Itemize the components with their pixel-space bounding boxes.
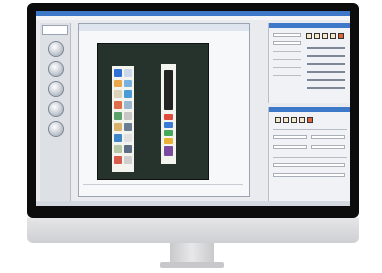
tool-icon[interactable] [322,33,328,39]
tool-button[interactable] [48,41,64,57]
swatch[interactable] [164,114,173,120]
settings-panel [268,107,350,203]
thumbnail[interactable] [114,134,122,142]
tool-rail-header [42,25,68,35]
thumbnail[interactable] [114,145,122,153]
input-field[interactable] [273,135,307,139]
monitor-stand [170,243,214,263]
row-divider [273,67,301,68]
thumbnail[interactable] [114,80,122,87]
document-title [79,24,249,31]
divider [83,184,243,185]
input-field[interactable] [311,145,345,149]
tool-button[interactable] [48,101,64,117]
row-divider [273,51,301,52]
tool-icon[interactable] [306,33,312,39]
swatch[interactable] [164,130,173,136]
row-divider [273,129,347,130]
tool-icon[interactable] [307,117,313,123]
tool-button[interactable] [48,81,64,97]
tool-icon[interactable] [291,117,297,123]
row-divider [273,157,347,158]
monitor-stand-base [160,262,224,268]
tool-icon[interactable] [338,33,344,39]
slider[interactable] [307,79,345,81]
slider[interactable] [307,63,345,65]
slider[interactable] [307,87,345,89]
thumbnail[interactable] [114,101,122,109]
row-divider [273,59,301,60]
slider[interactable] [307,55,345,57]
thumbnail[interactable] [124,112,132,120]
input-field[interactable] [273,33,301,37]
panel-header [269,23,350,28]
artboard[interactable] [97,43,209,180]
swatch[interactable] [164,70,173,110]
slider[interactable] [307,47,345,49]
panel-header [269,107,350,112]
menu-bar[interactable] [36,16,350,20]
tool-button[interactable] [48,121,64,137]
swatch[interactable] [164,122,173,128]
thumbnail[interactable] [124,145,132,153]
monitor-chin [27,218,359,243]
thumbnail[interactable] [124,69,132,77]
thumbnail[interactable] [124,134,132,142]
thumbnail[interactable] [124,90,132,98]
input-field[interactable] [273,145,307,149]
thumbnail-strip [112,66,134,172]
thumbnail[interactable] [114,123,122,131]
swatch[interactable] [164,146,173,156]
status-bar [36,201,350,206]
input-field[interactable] [273,41,301,45]
input-field[interactable] [273,163,345,167]
swatch[interactable] [164,138,173,144]
input-field[interactable] [273,173,345,177]
properties-panel [268,23,350,103]
thumbnail[interactable] [124,156,132,164]
thumbnail[interactable] [114,69,122,77]
tool-icon[interactable] [299,117,305,123]
thumbnail[interactable] [114,156,122,164]
palette-strip [161,64,176,164]
document-window [78,23,250,197]
slider[interactable] [307,71,345,73]
tool-icon[interactable] [275,117,281,123]
tool-icon[interactable] [330,33,336,39]
row-divider [273,75,301,76]
tool-icon[interactable] [283,117,289,123]
input-field[interactable] [311,135,345,139]
thumbnail[interactable] [114,112,122,120]
tool-icon[interactable] [314,33,320,39]
thumbnail[interactable] [124,101,132,109]
thumbnail[interactable] [114,90,122,98]
tool-button[interactable] [48,61,64,77]
thumbnail[interactable] [124,80,132,87]
thumbnail[interactable] [124,123,132,131]
screen [36,11,350,206]
tool-rail [40,23,71,203]
